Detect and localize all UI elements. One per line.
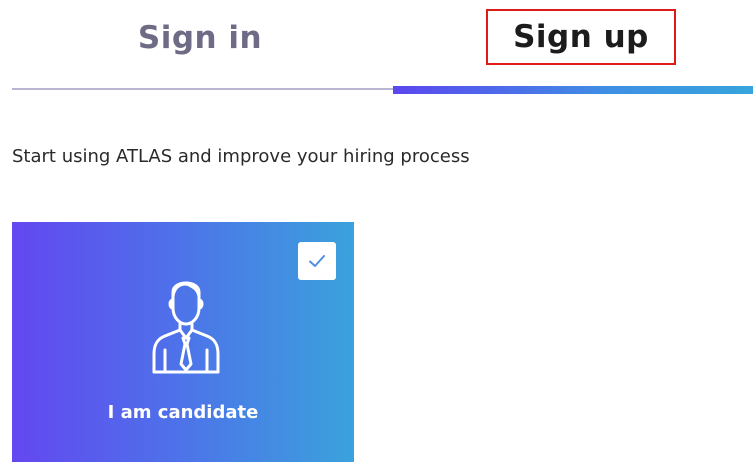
signup-subtitle: Start using ATLAS and improve your hirin… [12,146,470,167]
candidate-role-card[interactable]: I am candidate [12,222,354,462]
tab-sign-up[interactable]: Sign up [486,9,676,65]
tab-sign-in[interactable]: Sign in [120,14,280,62]
auth-tabs: Sign in Sign up [0,0,753,96]
active-tab-indicator [393,86,753,94]
candidate-person-icon [152,281,220,374]
selected-checkbox[interactable] [298,242,336,280]
tab-underline [12,88,394,90]
checkmark-icon [309,255,325,267]
candidate-card-label: I am candidate [107,402,259,423]
signup-page: Sign in Sign up Start using ATLAS and im… [0,0,753,462]
